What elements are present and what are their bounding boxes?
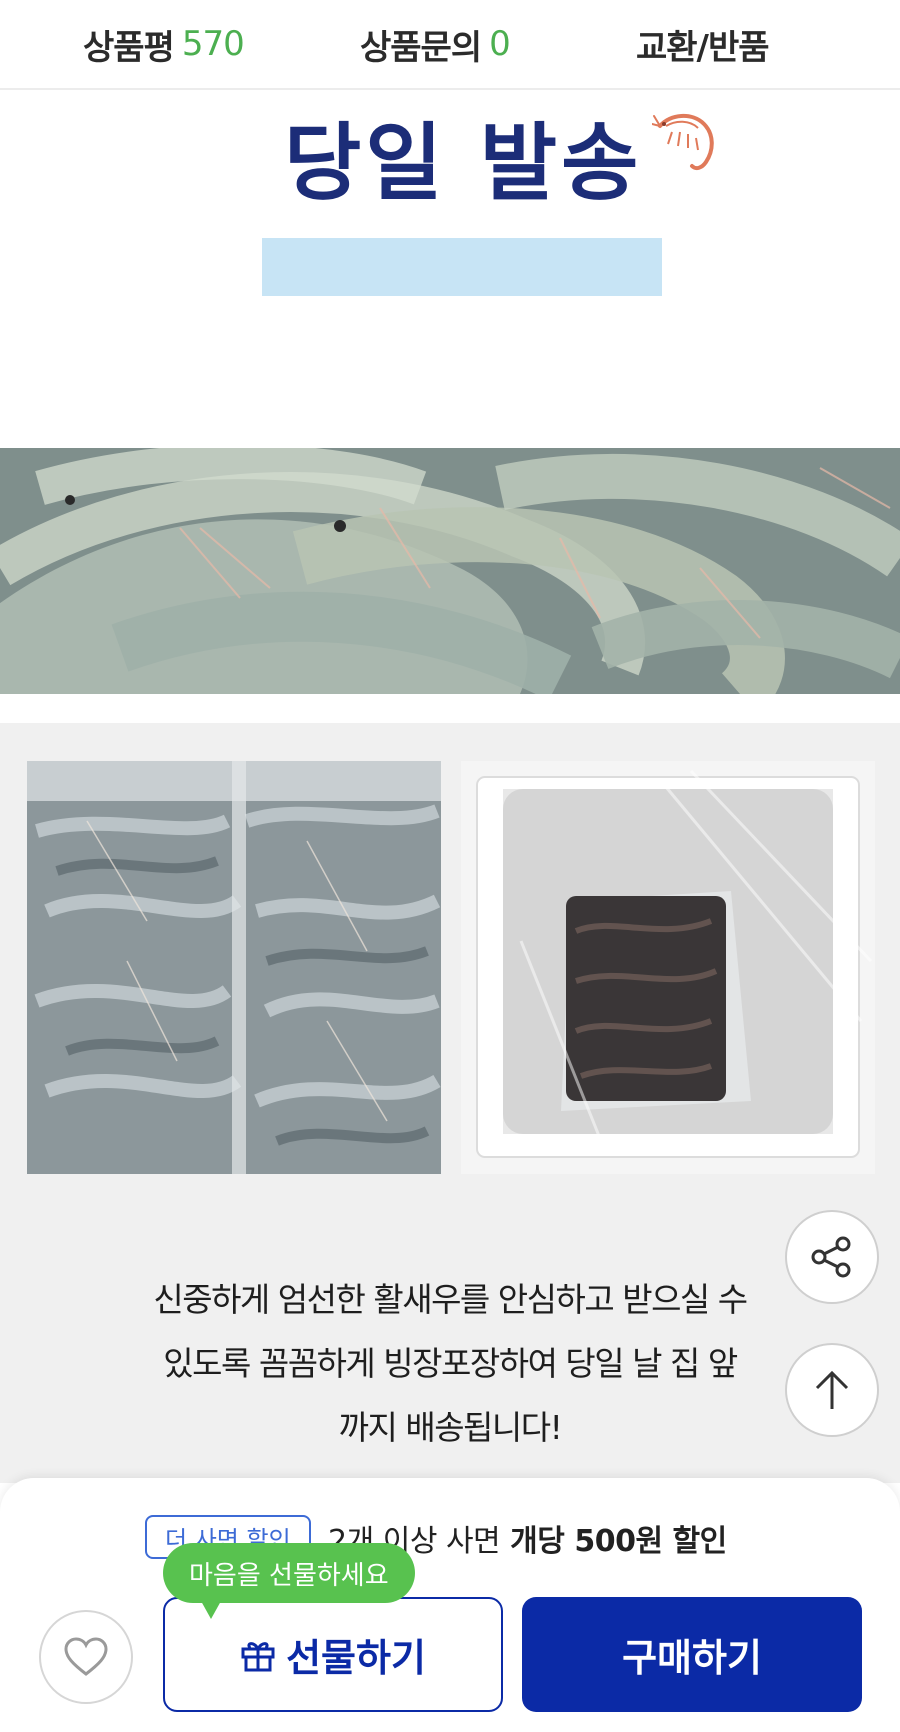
description-line-3: 까지 배송됩니다! <box>338 1408 563 1447</box>
heart-icon <box>64 1637 108 1676</box>
tab-exchange-return-label: 교환/반품 <box>636 27 770 68</box>
gift-tooltip: 마음을 선물하세요 <box>163 1543 415 1619</box>
tab-inquiries-label: 상품문의 <box>360 27 482 68</box>
tab-exchange-return[interactable]: 교환/반품 <box>636 0 770 88</box>
wishlist-button[interactable] <box>39 1610 133 1704</box>
share-button[interactable] <box>785 1210 879 1304</box>
arrow-up-icon <box>815 1370 849 1409</box>
review-count: 570 <box>181 24 245 64</box>
gift-button-label: 선물하기 <box>286 1636 426 1680</box>
tab-reviews[interactable]: 상품평 570 <box>83 0 245 88</box>
banner-highlight-bar <box>262 238 662 296</box>
banner-title: 당일 발송 <box>284 113 643 212</box>
bagged-shrimp-photo <box>27 761 441 1174</box>
ice-box-packaging-photo <box>461 761 875 1174</box>
gift-icon <box>241 1641 275 1671</box>
share-icon <box>811 1236 851 1278</box>
product-description: 신중하게 엄선한 활새우를 안심하고 받으실 수 있도록 꼼꼼하게 빙장포장하여… <box>120 1268 780 1460</box>
scroll-top-button[interactable] <box>785 1343 879 1437</box>
buy-button-label: 구매하기 <box>622 1636 762 1680</box>
tab-inquiries[interactable]: 상품문의 0 <box>360 0 511 88</box>
live-shrimp-photo <box>0 448 900 694</box>
buy-button[interactable]: 구매하기 <box>522 1597 862 1712</box>
discount-amount: 개당 500원 할인 <box>510 1524 727 1559</box>
description-line-1: 신중하게 엄선한 활새우를 안심하고 받으실 수 <box>153 1280 748 1319</box>
shrimp-icon <box>652 114 714 171</box>
inquiry-count: 0 <box>489 24 511 64</box>
tab-reviews-label: 상품평 <box>83 27 175 68</box>
product-tab-bar: 상품평 570 상품문의 0 교환/반품 <box>0 0 900 90</box>
description-line-2: 있도록 꼼꼼하게 빙장포장하여 당일 날 집 앞 <box>163 1344 738 1383</box>
